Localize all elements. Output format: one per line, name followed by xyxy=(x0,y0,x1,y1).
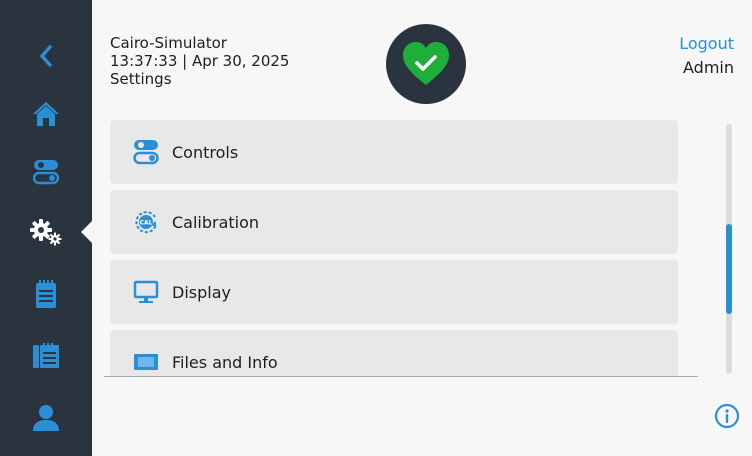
scrollbar[interactable] xyxy=(726,124,732,374)
menu-item-label: Files and Info xyxy=(172,352,278,372)
user-icon xyxy=(33,405,59,431)
menu-item-label: Display xyxy=(172,282,231,302)
sidebar-item-files[interactable] xyxy=(0,326,92,386)
sidebar-back-button[interactable] xyxy=(0,26,92,86)
settings-menu: Controls CAL Calibration Display Files a… xyxy=(110,120,678,376)
files-info-icon xyxy=(130,348,162,376)
sidebar-item-home[interactable] xyxy=(0,84,92,144)
sidebar-item-notes[interactable] xyxy=(0,264,92,324)
active-indicator xyxy=(81,220,93,244)
menu-item-controls[interactable]: Controls xyxy=(110,120,678,184)
notepad-icon xyxy=(36,280,56,308)
heart-check-icon xyxy=(403,42,449,85)
home-icon xyxy=(33,102,59,126)
header-info: Cairo-Simulator 13:37:33 | Apr 30, 2025 … xyxy=(110,34,289,88)
sidebar-item-user[interactable] xyxy=(0,388,92,448)
menu-item-files-and-info[interactable]: Files and Info xyxy=(110,330,678,376)
menu-item-calibration[interactable]: CAL Calibration xyxy=(110,190,678,254)
user-name: Admin xyxy=(683,58,734,77)
logout-link[interactable]: Logout xyxy=(679,34,734,53)
menu-item-label: Calibration xyxy=(172,212,260,232)
sidebar xyxy=(0,0,93,456)
datetime: 13:37:33 | Apr 30, 2025 xyxy=(110,52,290,70)
toggles-icon xyxy=(33,160,59,185)
info-icon xyxy=(714,403,740,429)
sidebar-item-controls[interactable] xyxy=(0,142,92,202)
scrollbar-thumb[interactable] xyxy=(726,224,732,314)
menu-item-label: Controls xyxy=(172,142,239,162)
status-indicator[interactable] xyxy=(386,24,466,104)
svg-text:CAL: CAL xyxy=(140,220,153,227)
toggles-icon xyxy=(130,138,162,166)
sidebar-item-settings[interactable] xyxy=(0,202,93,262)
menu-divider xyxy=(104,376,698,377)
page-title: Settings xyxy=(110,70,172,88)
info-button[interactable] xyxy=(714,403,740,429)
settings-gears-icon xyxy=(30,219,62,246)
monitor-icon xyxy=(130,278,162,306)
calibration-icon: CAL xyxy=(130,208,162,236)
menu-item-display[interactable]: Display xyxy=(110,260,678,324)
device-name: Cairo-Simulator xyxy=(110,34,227,52)
files-icon xyxy=(33,343,59,368)
back-chevron-icon xyxy=(40,45,52,67)
